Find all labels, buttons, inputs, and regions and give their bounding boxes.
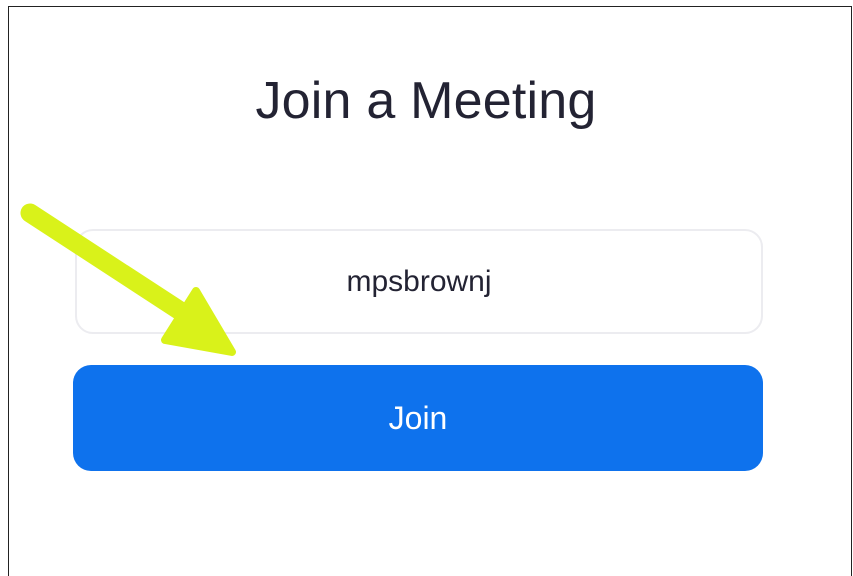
page-title: Join a Meeting	[255, 72, 597, 130]
meeting-id-input[interactable]	[75, 229, 763, 334]
join-button[interactable]: Join	[73, 365, 763, 471]
join-meeting-panel: Join a Meeting Join	[8, 6, 852, 576]
